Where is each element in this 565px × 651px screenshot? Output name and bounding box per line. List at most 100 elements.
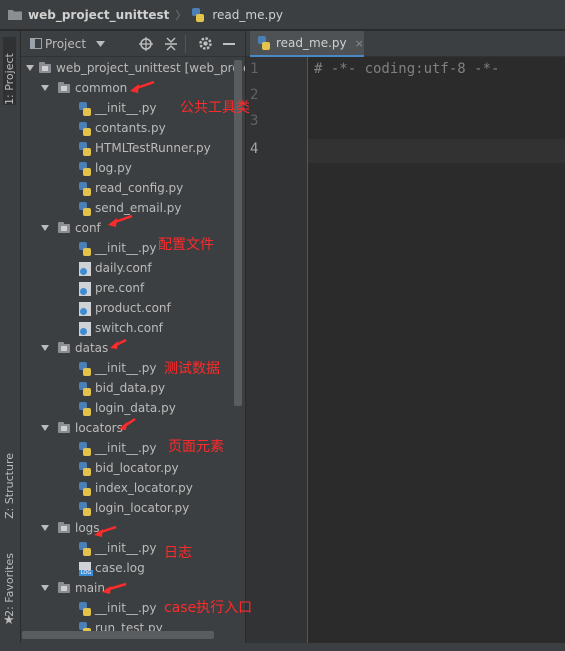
chevron-down-icon[interactable] [96, 41, 105, 47]
file-label: read_config.py [95, 181, 184, 195]
file-label: __init__.py [95, 541, 157, 555]
expand-arrow-icon[interactable] [41, 85, 49, 91]
editor-tab-read-me[interactable]: read_me.py × [250, 31, 364, 57]
folder-icon [58, 422, 70, 433]
folder-label: common [75, 81, 128, 95]
log-file-icon: LOG [79, 561, 93, 576]
file-label: switch.conf [95, 321, 163, 335]
file-label: __init__.py [95, 241, 157, 255]
tree-file[interactable]: switch.conf [79, 318, 163, 338]
tree-file[interactable]: __init__.py [79, 98, 157, 118]
python-file-icon [79, 361, 91, 376]
python-file-icon [79, 481, 91, 496]
tree-file[interactable]: HTMLTestRunner.py [79, 138, 211, 158]
tree-file[interactable]: login_locator.py [79, 498, 189, 518]
tree-file[interactable]: bid_data.py [79, 378, 165, 398]
folder-icon [58, 582, 70, 593]
favorites-tool-tab[interactable]: 2: Favorites [3, 553, 16, 617]
toolbar-divider [185, 35, 186, 53]
tree-file[interactable]: LOG case.log [79, 558, 145, 578]
tree-folder-main[interactable]: main [41, 578, 105, 598]
file-label: send_email.py [95, 201, 182, 215]
tree-file[interactable]: __init__.py [79, 238, 157, 258]
tree-file[interactable]: login_data.py [79, 398, 176, 418]
python-file-icon [79, 241, 91, 256]
breadcrumb-separator-icon: 〉 [175, 8, 187, 22]
locate-icon[interactable] [139, 37, 153, 51]
python-file-icon [79, 101, 91, 116]
breadcrumb-file[interactable]: read_me.py [212, 8, 283, 22]
tree-file[interactable]: __init__.py [79, 358, 157, 378]
breadcrumb-project[interactable]: web_project_unittest [28, 8, 169, 22]
expand-arrow-icon[interactable] [41, 525, 49, 531]
code-line[interactable]: # -*- coding:utf-8 -*- [314, 61, 499, 77]
tree-folder-locators[interactable]: locators [41, 418, 123, 438]
folder-icon [58, 522, 70, 533]
python-file-icon [79, 201, 91, 216]
python-file-icon [79, 161, 91, 176]
line-number-current: 4 [250, 141, 259, 157]
file-label: daily.conf [95, 261, 152, 275]
tree-file[interactable]: log.py [79, 158, 132, 178]
red-arrow-icon [119, 417, 136, 430]
folder-icon [58, 82, 70, 93]
annotation-common: 公共工具类 [180, 100, 250, 116]
file-label: __init__.py [95, 101, 157, 115]
tree-file[interactable]: bid_locator.py [79, 458, 179, 478]
gear-icon[interactable] [198, 36, 213, 51]
expand-arrow-icon[interactable] [26, 65, 34, 71]
tree-folder-common[interactable]: common [41, 78, 127, 98]
python-file-icon [79, 601, 91, 616]
tree-file[interactable]: __init__.py [79, 438, 157, 458]
collapse-icon[interactable] [165, 37, 177, 51]
project-tool-tab[interactable]: 1: Project [3, 37, 16, 105]
python-file-icon [79, 121, 91, 136]
python-file-icon [79, 501, 91, 516]
editor-area: read_me.py × 1 2 3 4 # -*- coding:utf-8 … [246, 31, 565, 643]
line-number: 1 [250, 61, 259, 77]
file-label: login_locator.py [95, 501, 190, 515]
tree-file[interactable]: __init__.py [79, 538, 157, 558]
project-tree: web_project_unittest [web_proje common _… [21, 57, 245, 635]
folder-icon [39, 62, 51, 73]
tree-file[interactable]: product.conf [79, 298, 171, 318]
expand-arrow-icon[interactable] [41, 225, 49, 231]
tree-file[interactable]: index_locator.py [79, 478, 193, 498]
red-arrow-icon [94, 525, 117, 537]
python-file-icon [79, 181, 91, 196]
tree-root-label: web_project_unittest [web_proje [56, 61, 245, 75]
editor-tab-bar: read_me.py × [246, 31, 565, 57]
red-arrow-icon [108, 214, 133, 227]
tree-file[interactable]: pre.conf [79, 278, 144, 298]
tree-folder-logs[interactable]: logs [41, 518, 100, 538]
star-icon: ★ [3, 613, 15, 628]
python-file-icon [192, 7, 205, 22]
python-file-icon [258, 36, 270, 50]
tree-file[interactable]: __init__.py [79, 598, 157, 618]
left-tool-strip: 1: Project Z: Structure 2: Favorites ★ [0, 31, 21, 643]
file-label: bid_locator.py [95, 461, 179, 475]
tree-folder-conf[interactable]: conf [41, 218, 101, 238]
annotation-logs: 日志 [164, 545, 192, 561]
annotation-conf: 配置文件 [158, 237, 214, 253]
folder-label: conf [75, 221, 101, 235]
python-file-icon [79, 381, 91, 396]
tree-root[interactable]: web_project_unittest [web_proje [26, 58, 245, 78]
tree-file[interactable]: contants.py [79, 118, 166, 138]
tree-file[interactable]: read_config.py [79, 178, 183, 198]
minimize-icon[interactable] [223, 43, 235, 45]
annotation-main: case执行入口 [164, 600, 253, 616]
tree-folder-datas[interactable]: datas [41, 338, 108, 358]
expand-arrow-icon[interactable] [41, 585, 49, 591]
status-bar [0, 643, 565, 651]
config-file-icon [79, 261, 91, 276]
expand-arrow-icon[interactable] [41, 345, 49, 351]
horizontal-scrollbar[interactable] [22, 631, 214, 639]
tree-file[interactable]: daily.conf [79, 258, 152, 278]
config-file-icon [79, 281, 91, 296]
project-view-icon [30, 38, 42, 49]
structure-tool-tab[interactable]: Z: Structure [3, 453, 16, 519]
expand-arrow-icon[interactable] [41, 425, 49, 431]
close-icon[interactable]: × [355, 37, 364, 50]
project-view-title[interactable]: Project [45, 37, 86, 51]
